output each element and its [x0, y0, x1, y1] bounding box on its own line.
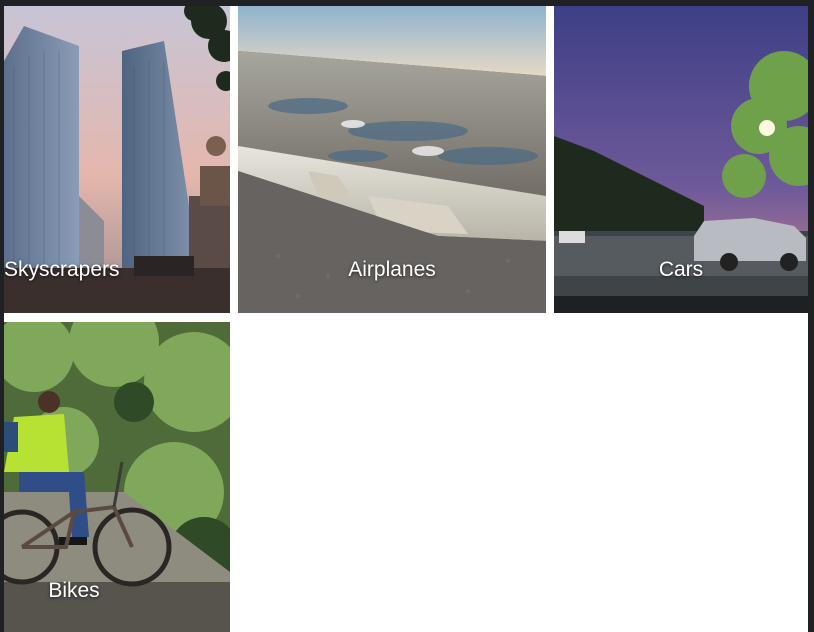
tile-label: Skyscrapers — [4, 258, 120, 281]
tile-bikes[interactable]: Bikes — [4, 322, 230, 632]
tile-label: Airplanes — [348, 258, 436, 281]
tile-label: Cars — [658, 258, 704, 281]
tile-cars[interactable]: Cars — [554, 6, 808, 313]
tile-label: Bikes — [48, 579, 100, 602]
category-gallery: Skyscrapers Airplanes Cars Bikes — [4, 6, 808, 632]
tile-airplanes[interactable]: Airplanes — [238, 6, 546, 313]
tile-skyscrapers[interactable]: Skyscrapers — [4, 6, 230, 313]
